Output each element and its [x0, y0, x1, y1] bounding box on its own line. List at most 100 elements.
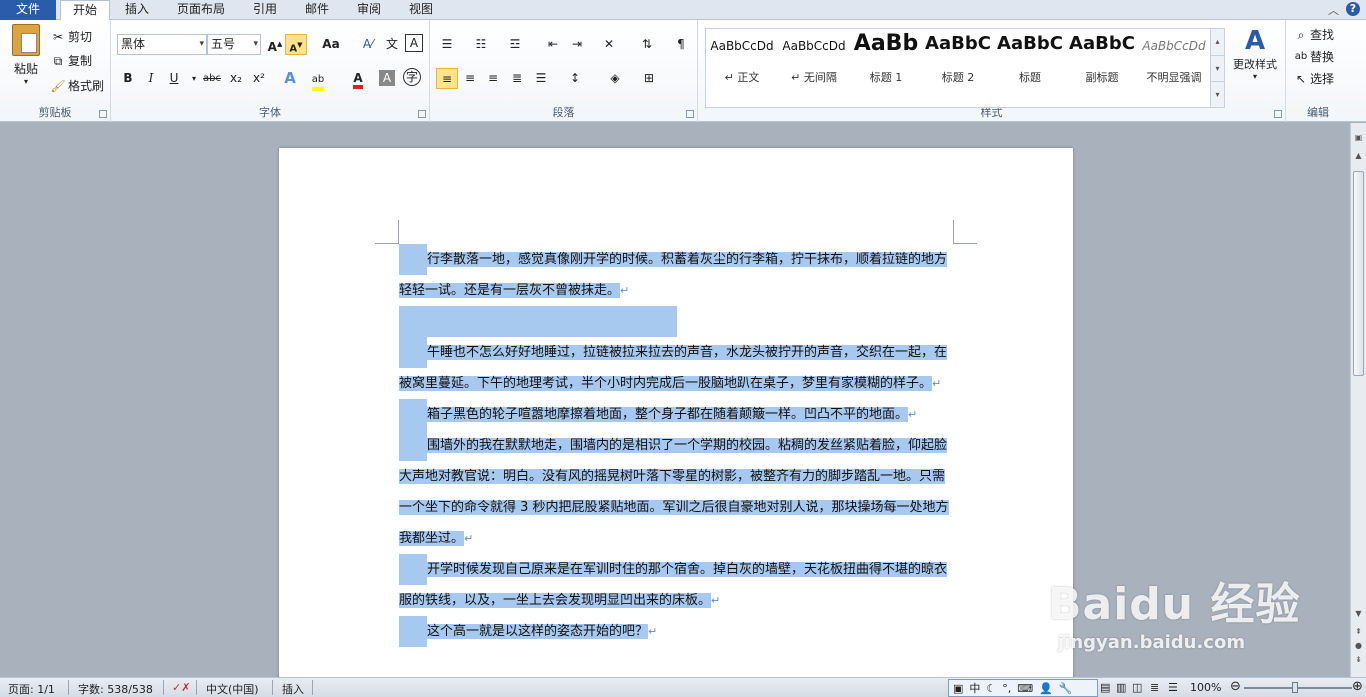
ime-language[interactable]: 中 [969, 680, 980, 696]
grow-font-button[interactable]: A▲ [264, 34, 286, 55]
user-icon[interactable]: 👤 [1039, 682, 1053, 695]
distributed-icon[interactable]: ☰ [530, 68, 552, 89]
minimize-ribbon-icon[interactable]: ︿ [1328, 2, 1339, 18]
tab-mailings[interactable]: 邮件 [296, 0, 338, 20]
multilevel-list-icon[interactable]: ☲ [504, 34, 526, 55]
sort-icon[interactable]: ⇅ [636, 34, 658, 55]
char-border-icon[interactable]: A [405, 34, 423, 52]
scroll-up-icon[interactable]: ▲ [1351, 151, 1366, 165]
increase-indent-icon[interactable]: ⇥ [566, 34, 588, 55]
show-marks-icon[interactable]: ¶ [670, 34, 692, 55]
char-shading-icon[interactable]: A [379, 70, 395, 86]
font-size-select[interactable]: 五号 ▾ [207, 34, 261, 55]
strikethrough-button[interactable]: abc [199, 68, 225, 89]
replace-button[interactable]: ab 替换 [1294, 48, 1334, 65]
style-heading-2[interactable]: AaBbC 标题 2 [922, 29, 994, 109]
tab-references[interactable]: 引用 [244, 0, 286, 20]
copy-button[interactable]: ⧉ 复制 [50, 52, 92, 69]
style-subtitle[interactable]: AaBbC 副标题 [1066, 29, 1138, 109]
find-button[interactable]: ⌕ 查找 [1294, 26, 1334, 43]
tab-page-layout[interactable]: 页面布局 [168, 0, 234, 20]
font-launcher-icon[interactable] [418, 110, 426, 118]
change-styles-button[interactable]: A 更改样式 ▾ [1228, 26, 1282, 81]
bold-button[interactable]: B [117, 68, 139, 89]
numbering-icon[interactable]: ☷ [470, 34, 492, 55]
word-count[interactable]: 字数: 538/538 [78, 681, 153, 697]
styles-gallery-scroll[interactable]: ▴ ▾ ▾ [1210, 29, 1224, 107]
select-button[interactable]: ↖ 选择 [1294, 70, 1334, 87]
punctuation-icon[interactable]: °, [1002, 682, 1011, 695]
superscript-button[interactable]: x² [248, 68, 270, 89]
reading-layout-icon[interactable]: ▥ [1116, 681, 1126, 694]
next-page-icon[interactable]: ⇟ [1351, 655, 1366, 669]
print-layout-icon[interactable]: ▤ [1100, 681, 1110, 694]
more-styles-icon[interactable]: ▾ [1211, 81, 1224, 107]
bullets-icon[interactable]: ☰ [436, 34, 458, 55]
borders-icon[interactable]: ⊞ [638, 68, 660, 89]
paragraph-launcher-icon[interactable] [686, 110, 694, 118]
line-spacing-icon[interactable]: ↕ [564, 68, 586, 89]
settings-wrench-icon[interactable]: 🔧 [1059, 682, 1073, 695]
scroll-down-icon[interactable]: ▾ [1211, 55, 1224, 81]
prev-page-icon[interactable]: ⇞ [1351, 627, 1366, 641]
shading-icon[interactable]: ◈ [604, 68, 626, 89]
proofing-icon[interactable]: ✓✗ [172, 681, 190, 694]
vertical-scrollbar[interactable]: ▣ ▲ ▼ ⇞ ● ⇟ [1350, 123, 1366, 677]
outline-view-icon[interactable]: ≣ [1150, 681, 1159, 694]
font-color-icon[interactable]: A [347, 68, 369, 89]
underline-button[interactable]: U [163, 68, 185, 89]
ime-toolbar[interactable]: ▣ 中 ☾ °, ⌨ 👤 🔧 [948, 679, 1098, 697]
change-case-button[interactable]: Aa [317, 34, 345, 55]
zoom-out-icon[interactable]: ⊖ [1230, 679, 1241, 694]
ime-logo-icon[interactable]: ▣ [953, 682, 963, 695]
tab-home[interactable]: 开始 [60, 0, 110, 21]
help-icon[interactable]: ? [1346, 2, 1360, 16]
style-subtle-emphasis[interactable]: AaBbCcDd 不明显强调 [1138, 29, 1210, 109]
subscript-button[interactable]: x₂ [225, 68, 247, 89]
half-width-icon[interactable]: ☾ [986, 682, 996, 695]
decrease-indent-icon[interactable]: ⇤ [542, 34, 564, 55]
cut-button[interactable]: ✂ 剪切 [50, 28, 92, 45]
keyboard-icon[interactable]: ⌨ [1017, 682, 1033, 695]
scroll-up-icon[interactable]: ▴ [1211, 29, 1224, 55]
tab-file[interactable]: 文件 [0, 0, 56, 20]
document-body[interactable]: 行李散落一地，感觉真像刚开学的时候。积蓄着灰尘的行李箱，拧干抹布，顺着拉链的地方… [399, 244, 954, 647]
ruler-toggle-icon[interactable]: ▣ [1351, 133, 1366, 147]
clipboard-launcher-icon[interactable] [99, 110, 107, 118]
tab-insert[interactable]: 插入 [116, 0, 158, 20]
font-family-select[interactable]: 黑体 ▾ [117, 34, 207, 55]
draft-view-icon[interactable]: ☰ [1168, 681, 1178, 694]
align-center-icon[interactable]: ≡ [459, 68, 481, 89]
phonetic-guide-icon[interactable]: 文 [381, 34, 403, 55]
italic-button[interactable]: I [140, 68, 162, 89]
scrollbar-thumb[interactable] [1353, 171, 1364, 376]
format-painter-button[interactable]: 🖌 格式刷 [50, 77, 104, 94]
tab-review[interactable]: 审阅 [348, 0, 390, 20]
paste-button[interactable]: 粘贴 ▾ [6, 24, 46, 86]
justify-icon[interactable]: ≣ [506, 68, 528, 89]
browse-object-icon[interactable]: ● [1351, 641, 1366, 655]
clear-format-icon[interactable]: A⁄ [357, 34, 379, 55]
zoom-level[interactable]: 100% [1190, 681, 1221, 694]
zoom-in-icon[interactable]: ⊕ [1352, 679, 1363, 694]
language-indicator[interactable]: 中文(中国) [206, 681, 259, 697]
enclose-char-icon[interactable]: 字 [403, 68, 421, 86]
shrink-font-button[interactable]: A▼ [285, 34, 307, 55]
style-heading-1[interactable]: AaBb 标题 1 [850, 29, 922, 109]
paste-dropdown-icon[interactable]: ▾ [24, 77, 28, 86]
style-normal[interactable]: AaBbCcDd ↵ 正文 [706, 29, 778, 109]
tab-view[interactable]: 视图 [400, 0, 442, 20]
page-count[interactable]: 页面: 1/1 [8, 681, 55, 697]
zoom-slider-knob[interactable] [1292, 682, 1298, 693]
insert-mode-indicator[interactable]: 插入 [282, 681, 304, 697]
align-left-icon[interactable]: ≡ [436, 68, 458, 89]
chinese-layout-icon[interactable]: ✕ [598, 34, 620, 55]
text-effects-icon[interactable]: A [279, 68, 301, 89]
scroll-down-icon[interactable]: ▼ [1351, 609, 1366, 623]
style-title[interactable]: AaBbC 标题 [994, 29, 1066, 109]
highlight-icon[interactable]: ab [307, 68, 329, 91]
styles-launcher-icon[interactable] [1274, 110, 1282, 118]
align-right-icon[interactable]: ≡ [482, 68, 504, 89]
zoom-slider-track[interactable] [1244, 687, 1352, 689]
web-layout-icon[interactable]: ◫ [1132, 681, 1142, 694]
